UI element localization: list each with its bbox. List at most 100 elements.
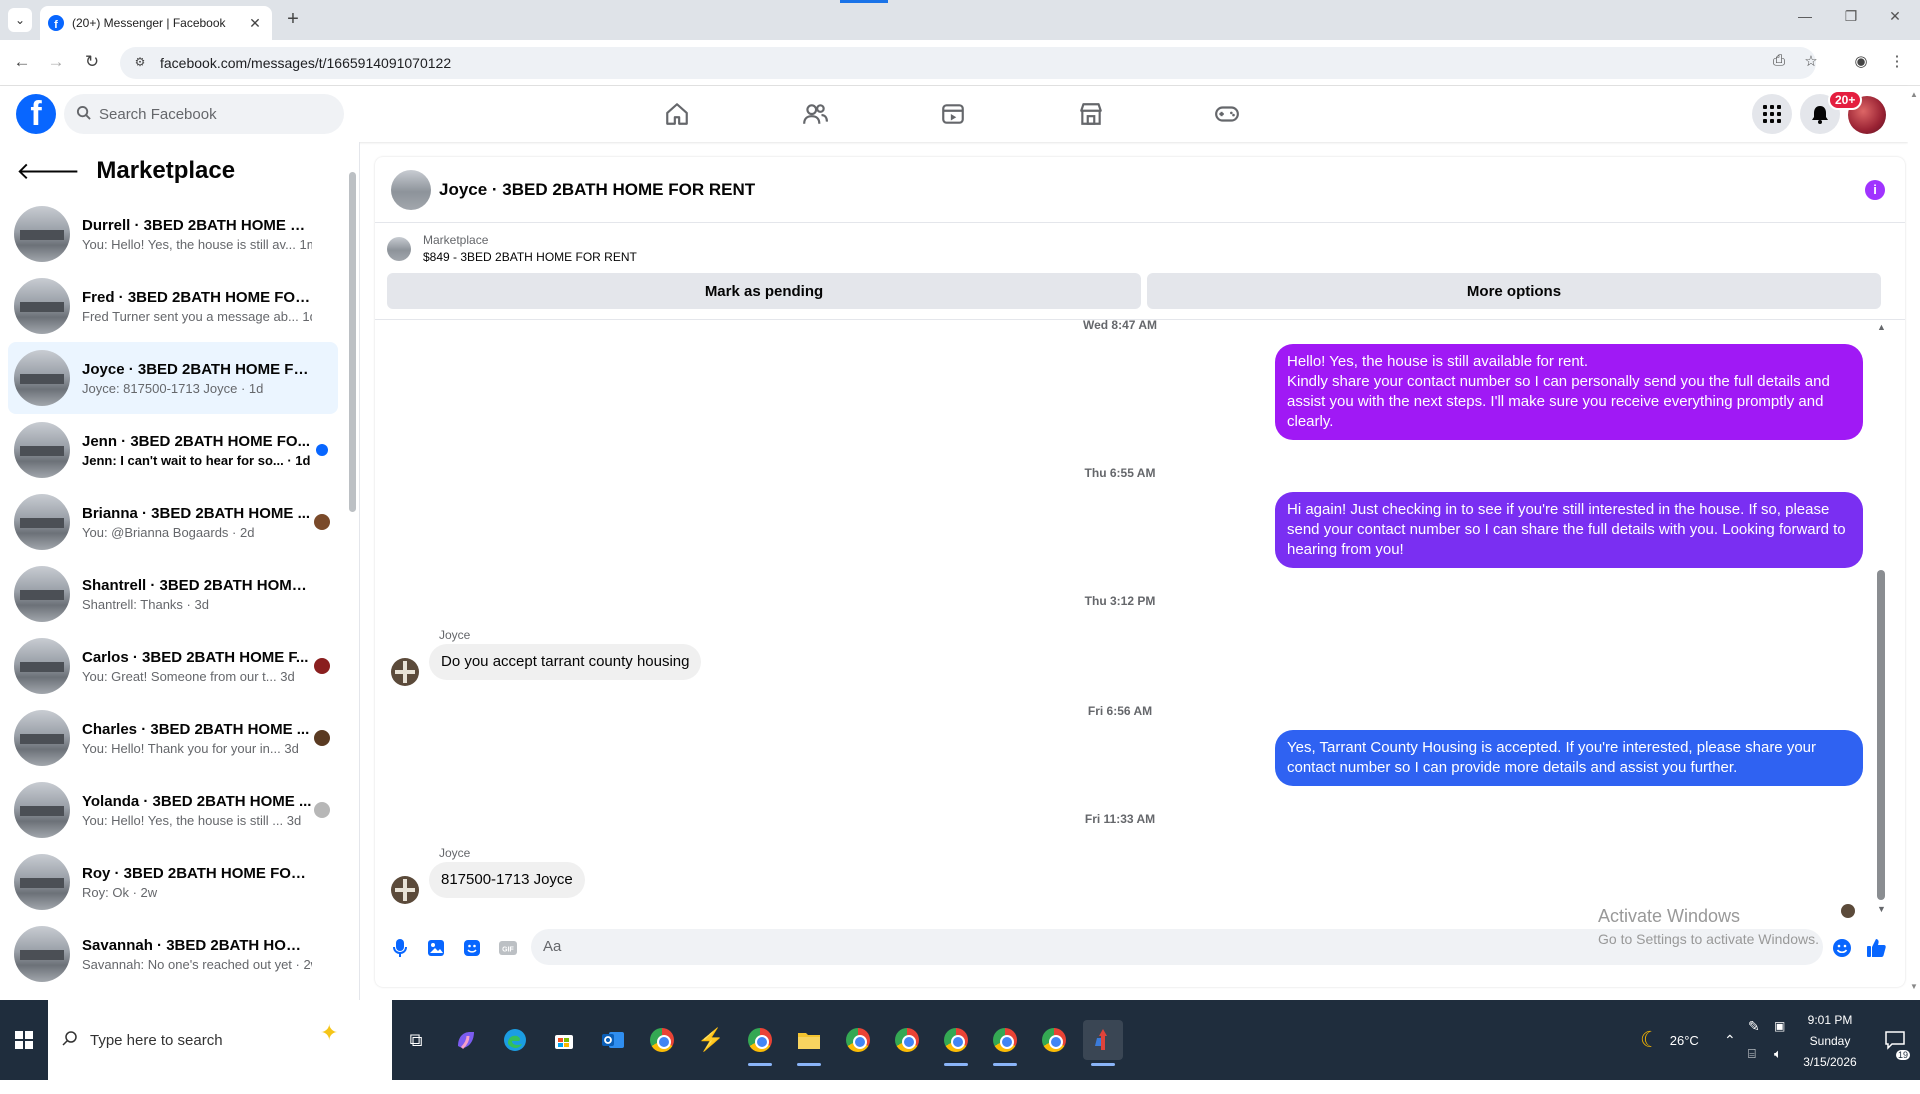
outlook-icon[interactable] xyxy=(593,1020,633,1060)
conversation-item[interactable]: Brianna · 3BED 2BATH HOME ... You: @Brian… xyxy=(8,486,338,558)
gaming-nav-icon[interactable] xyxy=(1172,94,1282,134)
listing-thumbnail xyxy=(14,566,70,622)
power-automate-icon[interactable]: ⚡ xyxy=(691,1020,731,1060)
url-text: facebook.com/messages/t/1665914091070122 xyxy=(160,55,452,71)
page-scroll-down-icon[interactable]: ▼ xyxy=(1910,982,1918,991)
new-tab-icon[interactable]: + xyxy=(282,9,304,31)
listing-summary[interactable]: Marketplace $849 - 3BED 2BATH HOME FOR R… xyxy=(387,233,637,264)
back-arrow-icon[interactable]: 🡐 xyxy=(16,156,80,186)
file-explorer-icon[interactable] xyxy=(789,1020,829,1066)
reload-icon[interactable]: ↻ xyxy=(80,50,104,74)
tab-close-icon[interactable]: ✕ xyxy=(246,15,264,32)
outgoing-message: Yes, Tarrant County Housing is accepted.… xyxy=(1275,730,1863,786)
video-nav-icon[interactable] xyxy=(898,94,1008,134)
site-info-icon[interactable]: ⚙ xyxy=(132,55,148,71)
microsoft-store-icon[interactable] xyxy=(544,1020,584,1060)
facebook-header: f Search Facebook 20+ xyxy=(0,86,1908,142)
marketplace-sidebar: 🡐 Marketplace Durrell · 3BED 2BATH HOME … xyxy=(0,142,360,1000)
conversation-item[interactable]: Shantrell · 3BED 2BATH HOME F... Shantrel… xyxy=(8,558,338,630)
conversation-item-active[interactable]: Joyce · 3BED 2BATH HOME FOR ... Joyce: 81… xyxy=(8,342,338,414)
bookmark-star-icon[interactable]: ☆ xyxy=(1800,52,1822,70)
chat-listing-thumbnail[interactable] xyxy=(391,169,431,210)
chrome-profile-6-icon[interactable] xyxy=(1034,1020,1074,1060)
chrome-profile-5-icon[interactable] xyxy=(985,1020,1025,1066)
minimize-icon[interactable]: — xyxy=(1782,8,1828,24)
page-scrollbar[interactable]: ▲ ▼ xyxy=(1908,86,1920,1000)
active-app-icon[interactable] xyxy=(1083,1020,1123,1066)
sidebar-scrollbar[interactable] xyxy=(349,172,356,512)
facebook-search-input[interactable]: Search Facebook xyxy=(64,94,344,134)
gif-icon[interactable]: GIF xyxy=(497,937,519,959)
window-close-icon[interactable]: ✕ xyxy=(1872,8,1918,25)
thumbs-up-icon[interactable] xyxy=(1865,937,1887,959)
friends-nav-icon[interactable] xyxy=(760,94,870,134)
read-receipt-avatar xyxy=(1841,904,1855,918)
restore-icon[interactable]: ❐ xyxy=(1828,8,1874,25)
sidebar-header: 🡐 Marketplace xyxy=(16,156,235,186)
joyce-avatar[interactable] xyxy=(391,876,419,904)
forward-icon[interactable]: → xyxy=(44,50,68,74)
chrome-profile-4-icon[interactable] xyxy=(936,1020,976,1066)
address-bar-row: ← → ↻ ⚙ facebook.com/messages/t/16659140… xyxy=(0,40,1920,86)
back-icon[interactable]: ← xyxy=(10,50,34,74)
seen-avatar xyxy=(314,730,330,746)
facebook-logo[interactable]: f xyxy=(16,94,56,134)
joyce-avatar[interactable] xyxy=(391,658,419,686)
sticker-icon[interactable] xyxy=(461,937,483,959)
browser-menu-icon[interactable]: ⋮ xyxy=(1886,52,1908,70)
notification-center-icon[interactable]: 19 xyxy=(1884,1000,1911,1080)
conversation-item[interactable]: Yolanda · 3BED 2BATH HOME ... You: Hello!… xyxy=(8,774,338,846)
conversation-name: Savannah · 3BED 2BATH HOME ... xyxy=(82,936,312,954)
conversation-item[interactable]: Charles · 3BED 2BATH HOME ... You: Hello!… xyxy=(8,702,338,774)
microphone-icon[interactable] xyxy=(389,937,411,959)
menu-grid-icon[interactable] xyxy=(1752,94,1792,134)
chrome-profile-3-icon[interactable] xyxy=(887,1020,927,1060)
listing-thumbnail xyxy=(14,710,70,766)
mark-as-pending-button[interactable]: Mark as pending xyxy=(387,273,1141,309)
page-scroll-up-icon[interactable]: ▲ xyxy=(1910,90,1918,99)
conversation-list: Durrell · 3BED 2BATH HOME FO... You: Hell… xyxy=(8,198,338,990)
chat-scrollbar[interactable] xyxy=(1877,570,1885,900)
scroll-down-icon[interactable]: ▼ xyxy=(1877,904,1886,914)
photo-icon[interactable] xyxy=(425,937,447,959)
conversation-item[interactable]: Durrell · 3BED 2BATH HOME FO... You: Hell… xyxy=(8,198,338,270)
emoji-icon[interactable] xyxy=(1831,937,1853,959)
network-icon[interactable]: ⌸ xyxy=(1748,1014,1756,1094)
chrome-profile-2-icon[interactable] xyxy=(838,1020,878,1060)
taskbar-search-input[interactable]: Type here to search xyxy=(48,1000,392,1080)
copilot-app-icon[interactable] xyxy=(446,1020,486,1060)
chrome-profile-1-icon[interactable] xyxy=(740,1020,780,1066)
timestamp: Thu 3:12 PM xyxy=(1084,594,1156,608)
conversation-item[interactable]: Fred · 3BED 2BATH HOME FOR ... Fred Turne… xyxy=(8,270,338,342)
weather-widget[interactable]: ☾ 26°C xyxy=(1640,1000,1699,1080)
task-view-icon[interactable]: ⧉ xyxy=(396,1020,436,1060)
scroll-up-icon[interactable]: ▲ xyxy=(1877,322,1886,332)
timestamp: Wed 8:47 AM xyxy=(1082,318,1157,332)
chrome-app-icon[interactable] xyxy=(642,1020,682,1060)
marketplace-nav-icon[interactable] xyxy=(1036,94,1146,134)
conversation-item[interactable]: Roy · 3BED 2BATH HOME FOR R... Roy: Ok · … xyxy=(8,846,338,918)
conversation-item[interactable]: Carlos · 3BED 2BATH HOME F... You: Great!… xyxy=(8,630,338,702)
windows-start-icon[interactable] xyxy=(0,1000,48,1080)
more-options-button[interactable]: More options xyxy=(1147,273,1881,309)
edge-browser-icon[interactable] xyxy=(495,1020,535,1060)
conversation-name: Charles · 3BED 2BATH HOME ... xyxy=(82,720,310,738)
tray-expand-icon[interactable]: ⌃ xyxy=(1724,1000,1736,1080)
info-icon[interactable]: i xyxy=(1865,180,1885,200)
url-field[interactable]: ⚙ facebook.com/messages/t/16659140910701… xyxy=(120,47,1816,79)
watermark-line2: Go to Settings to activate Windows. xyxy=(1598,931,1819,947)
conversation-item-unread[interactable]: Jenn · 3BED 2BATH HOME FO... Jenn: I can'… xyxy=(8,414,338,486)
conversation-item[interactable]: Savannah · 3BED 2BATH HOME ... Savannah: … xyxy=(8,918,338,990)
install-app-icon[interactable]: ⎙ xyxy=(1768,52,1790,69)
browser-tab[interactable]: f (20+) Messenger | Facebook ✕ xyxy=(40,6,272,40)
outgoing-message: Hi again! Just checking in to see if you… xyxy=(1275,492,1863,568)
tab-search-dropdown-icon[interactable]: ⌄ xyxy=(8,8,32,32)
system-clock[interactable]: 9:01 PM Sunday 3/15/2026 xyxy=(1780,1010,1880,1073)
search-placeholder: Search Facebook xyxy=(99,105,217,123)
chat-title[interactable]: Joyce · 3BED 2BATH HOME FOR RENT xyxy=(439,180,755,200)
conversation-preview: Savannah: No one's reached out yet · 2w xyxy=(82,956,312,972)
profile-icon[interactable]: ◉ xyxy=(1850,52,1872,70)
taskbar-search-placeholder: Type here to search xyxy=(90,1031,223,1049)
home-nav-icon[interactable] xyxy=(622,94,732,134)
copilot-sparkle-icon[interactable]: ✦ xyxy=(320,1020,338,1046)
